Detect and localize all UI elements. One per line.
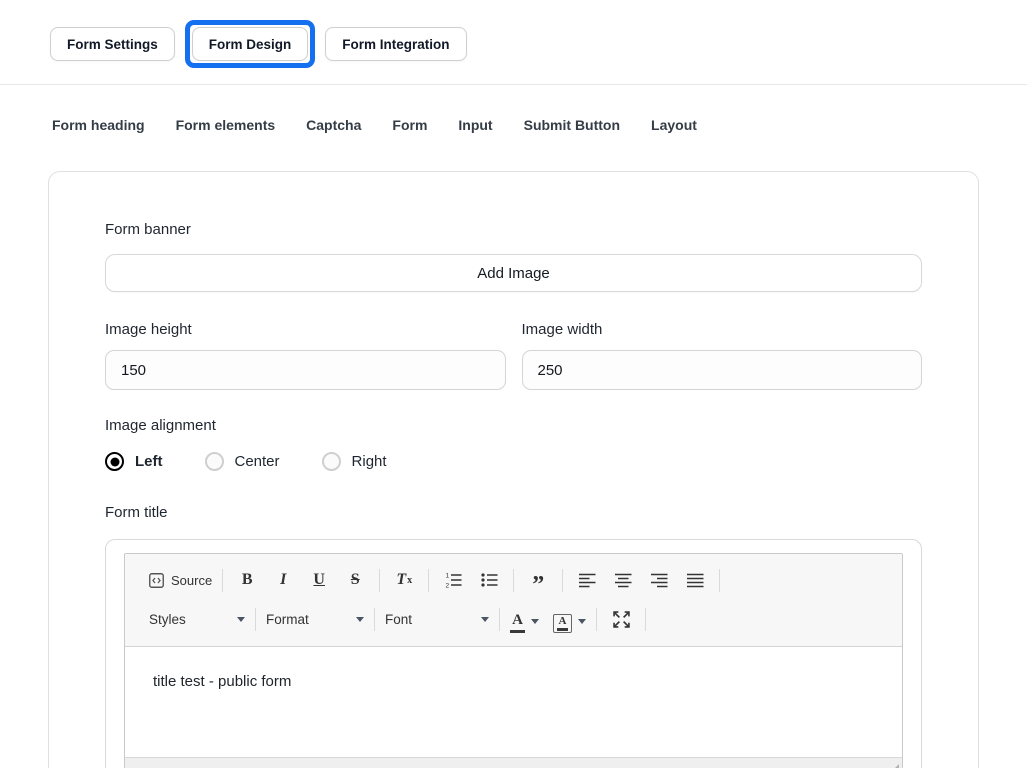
subnav-item-submit-button[interactable]: Submit Button — [524, 117, 620, 133]
editor-status-bar — [125, 757, 902, 768]
maximize-icon — [612, 610, 630, 628]
bulleted-list-button[interactable] — [475, 566, 503, 594]
radio-label: Right — [351, 453, 387, 470]
alignment-radio-right[interactable]: Right — [321, 452, 387, 471]
form-banner-label: Form banner — [105, 221, 191, 238]
align-justify-icon — [686, 573, 704, 588]
subnav-item-form-elements[interactable]: Form elements — [176, 117, 276, 133]
text-color-icon: A — [510, 613, 525, 633]
tab-form-settings[interactable]: Form Settings — [50, 27, 175, 61]
active-tab-highlight-box: Form Design — [184, 20, 316, 68]
align-right-icon — [650, 573, 668, 588]
subnav-item-captcha[interactable]: Captcha — [306, 117, 361, 133]
toolbar-separator — [222, 568, 224, 592]
radio-unselected-icon[interactable] — [321, 452, 341, 471]
subnav-item-form[interactable]: Form — [392, 117, 427, 133]
editor-toolbar: Source B I U S Tx 1 2 ” Styles Format Fo… — [125, 554, 902, 647]
toolbar-row-1: Source B I U S Tx 1 2 ” — [149, 560, 878, 600]
styles-dropdown[interactable]: Styles — [149, 605, 245, 633]
chevron-down-icon — [578, 619, 586, 624]
numbered-list-icon: 12 — [445, 573, 462, 589]
toolbar-separator — [379, 568, 381, 592]
bold-button[interactable]: B — [233, 566, 261, 594]
form-title-editor-wrapper: Source B I U S Tx 1 2 ” Styles Format Fo… — [105, 539, 922, 768]
strikethrough-button[interactable]: S — [341, 566, 369, 594]
align-left-button[interactable] — [573, 566, 601, 594]
svg-text:1: 1 — [445, 573, 449, 580]
add-image-button[interactable]: Add Image — [105, 254, 922, 292]
align-right-button[interactable] — [645, 566, 673, 594]
numbered-list-button[interactable]: 12 — [439, 566, 467, 594]
toolbar-separator — [645, 607, 646, 631]
toolbar-separator — [562, 568, 564, 592]
italic-button[interactable]: I — [269, 566, 297, 594]
remove-format-t: T — [396, 571, 407, 588]
align-justify-button[interactable] — [681, 566, 709, 594]
remove-format-x: x — [407, 574, 413, 586]
rich-text-editor: Source B I U S Tx 1 2 ” Styles Format Fo… — [124, 553, 903, 768]
tab-form-integration[interactable]: Form Integration — [325, 27, 467, 61]
image-width-label: Image width — [521, 321, 603, 338]
font-dropdown[interactable]: Font — [385, 605, 489, 633]
text-color-button[interactable]: A — [510, 605, 539, 633]
image-height-input[interactable] — [105, 350, 506, 390]
source-icon — [149, 572, 164, 588]
subnav-item-layout[interactable]: Layout — [651, 117, 697, 133]
toolbar-separator — [499, 607, 500, 631]
background-color-icon: A — [553, 614, 572, 633]
source-button[interactable]: Source — [149, 566, 212, 594]
form-design-panel: Form banner Add Image Image height Image… — [48, 171, 979, 768]
radio-selected-icon[interactable] — [105, 452, 124, 471]
tab-form-design[interactable]: Form Design — [191, 27, 309, 61]
svg-text:2: 2 — [445, 583, 449, 589]
radio-label: Center — [234, 453, 280, 470]
chevron-down-icon — [356, 616, 364, 622]
remove-format-button[interactable]: Tx — [390, 566, 418, 594]
alignment-radio-left[interactable]: Left — [105, 452, 163, 471]
toolbar-separator — [255, 607, 256, 631]
toolbar-separator — [513, 568, 515, 592]
radio-unselected-icon[interactable] — [204, 452, 224, 471]
blockquote-button[interactable]: ” — [524, 566, 552, 597]
subnav-item-form-heading[interactable]: Form heading — [52, 117, 145, 133]
image-width-input[interactable] — [521, 350, 922, 390]
maximize-button[interactable] — [607, 605, 635, 633]
background-color-button[interactable]: A — [553, 605, 586, 633]
underline-button[interactable]: U — [305, 566, 333, 594]
editor-content-area[interactable]: title test - public form — [125, 647, 902, 757]
chevron-down-icon — [481, 616, 489, 622]
format-dropdown-label: Format — [266, 611, 309, 627]
chevron-down-icon — [237, 616, 245, 622]
toolbar-separator — [596, 607, 597, 631]
toolbar-separator — [374, 607, 375, 631]
bulleted-list-icon — [481, 573, 498, 587]
toolbar-separator — [428, 568, 430, 592]
align-left-icon — [578, 573, 596, 588]
form-title-label: Form title — [105, 504, 168, 521]
resize-handle-icon[interactable] — [889, 764, 899, 768]
format-dropdown[interactable]: Format — [266, 605, 364, 633]
font-dropdown-label: Font — [385, 611, 413, 627]
align-center-icon — [614, 573, 632, 588]
chevron-down-icon — [531, 619, 539, 624]
toolbar-separator — [719, 568, 721, 592]
toolbar-row-2: Styles Format Font A A — [149, 600, 878, 638]
image-alignment-label: Image alignment — [105, 417, 216, 434]
image-height-label: Image height — [105, 321, 192, 338]
source-label: Source — [171, 572, 213, 588]
design-subnav: Form heading Form elements Captcha Form … — [0, 85, 1027, 133]
top-tab-bar: Form Settings Form Design Form Integrati… — [0, 0, 1027, 68]
alignment-radio-center[interactable]: Center — [204, 452, 280, 471]
align-center-button[interactable] — [609, 566, 637, 594]
alignment-radio-group: Left Center Right — [105, 452, 922, 471]
styles-dropdown-label: Styles — [149, 611, 186, 627]
subnav-item-input[interactable]: Input — [458, 117, 492, 133]
radio-label: Left — [135, 453, 163, 470]
